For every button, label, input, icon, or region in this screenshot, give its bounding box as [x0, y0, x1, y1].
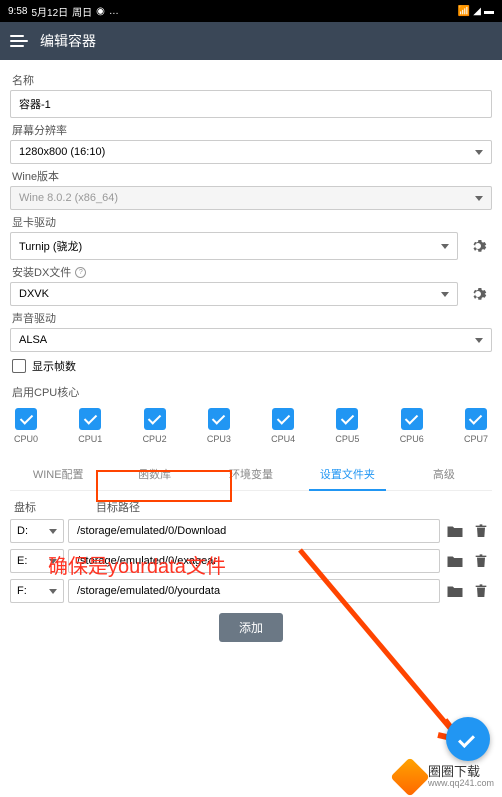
status-time: 9:58	[8, 6, 27, 17]
chevron-down-icon	[475, 338, 483, 343]
name-input[interactable]: 容器-1	[10, 90, 492, 118]
status-date: 5月12日	[31, 4, 68, 19]
status-bar: 9:58 5月12日 周日 ◉ … 📶 ◢ ▬	[0, 0, 502, 22]
resolution-select[interactable]: 1280x800 (16:10)	[10, 140, 492, 164]
gear-icon	[469, 237, 487, 255]
check-icon	[401, 408, 423, 430]
status-dot-icon: ◉	[96, 6, 105, 17]
annotation-text: 确保是yourdata文件	[48, 550, 226, 579]
dx-select[interactable]: DXVK	[10, 282, 458, 306]
trash-icon	[473, 522, 489, 540]
tab-advanced[interactable]: 高级	[396, 458, 492, 490]
dx-label: 安装DX文件 ?	[12, 264, 490, 280]
help-icon[interactable]: ?	[75, 267, 86, 278]
watermark-logo-icon	[390, 757, 430, 797]
check-icon	[272, 408, 294, 430]
cpu-item[interactable]: CPU2	[143, 408, 167, 444]
page-title: 编辑容器	[40, 31, 96, 51]
drive-header: 盘标 目标路径	[10, 491, 492, 519]
check-icon	[336, 408, 358, 430]
app-header: 编辑容器	[0, 22, 502, 60]
gpu-label: 显卡驱动	[12, 214, 490, 230]
fab-confirm-button[interactable]	[446, 717, 490, 761]
cpu-grid: CPU0 CPU1 CPU2 CPU3 CPU4 CPU5 CPU6 CPU7	[10, 402, 492, 450]
check-icon	[15, 408, 37, 430]
folder-icon	[446, 523, 464, 539]
chevron-down-icon	[475, 150, 483, 155]
cpu-item[interactable]: CPU5	[335, 408, 359, 444]
cpu-item[interactable]: CPU7	[464, 408, 488, 444]
gear-icon	[469, 285, 487, 303]
battery-icon: ▬	[484, 6, 494, 17]
cpu-item[interactable]: CPU4	[271, 408, 295, 444]
audio-label: 声音驱动	[12, 310, 490, 326]
chevron-down-icon	[441, 244, 449, 249]
tab-wine[interactable]: WINE配置	[10, 458, 106, 490]
menu-icon[interactable]	[10, 35, 28, 47]
audio-select[interactable]: ALSA	[10, 328, 492, 352]
check-icon	[79, 408, 101, 430]
cpu-item[interactable]: CPU6	[400, 408, 424, 444]
drive-letter-select[interactable]: F:	[10, 579, 64, 603]
status-more-icon: …	[109, 6, 119, 17]
watermark: 圈圈下载 www.qq241.com	[396, 763, 494, 791]
chevron-down-icon	[441, 292, 449, 297]
signal-icon: ◢	[473, 6, 481, 17]
check-icon	[465, 408, 487, 430]
cpu-label: 启用CPU核心	[12, 384, 490, 400]
drive-letter-select[interactable]: D:	[10, 519, 64, 543]
chevron-down-icon	[475, 196, 483, 201]
add-button[interactable]: 添加	[219, 613, 283, 642]
fps-checkbox-row[interactable]: 显示帧数	[10, 352, 492, 380]
name-label: 名称	[12, 72, 490, 88]
dx-settings-button[interactable]	[464, 282, 492, 306]
tab-folders[interactable]: 设置文件夹	[299, 458, 395, 490]
chevron-down-icon	[49, 529, 57, 534]
wine-label: Wine版本	[12, 168, 490, 184]
gpu-settings-button[interactable]	[464, 232, 492, 260]
check-icon	[208, 408, 230, 430]
checkbox-icon	[12, 359, 26, 373]
tab-envvars[interactable]: 环境变量	[203, 458, 299, 490]
gpu-select[interactable]: Turnip (骁龙)	[10, 232, 458, 260]
wifi-icon: 📶	[458, 6, 470, 17]
check-icon	[144, 408, 166, 430]
resolution-label: 屏幕分辨率	[12, 122, 490, 138]
status-day: 周日	[72, 4, 92, 19]
cpu-item[interactable]: CPU0	[14, 408, 38, 444]
chevron-down-icon	[49, 589, 57, 594]
cpu-item[interactable]: CPU3	[207, 408, 231, 444]
cpu-item[interactable]: CPU1	[78, 408, 102, 444]
wine-select: Wine 8.0.2 (x86_64)	[10, 186, 492, 210]
tabs: WINE配置 函数库 环境变量 设置文件夹 高级	[10, 458, 492, 491]
tab-registry[interactable]: 函数库	[106, 458, 202, 490]
